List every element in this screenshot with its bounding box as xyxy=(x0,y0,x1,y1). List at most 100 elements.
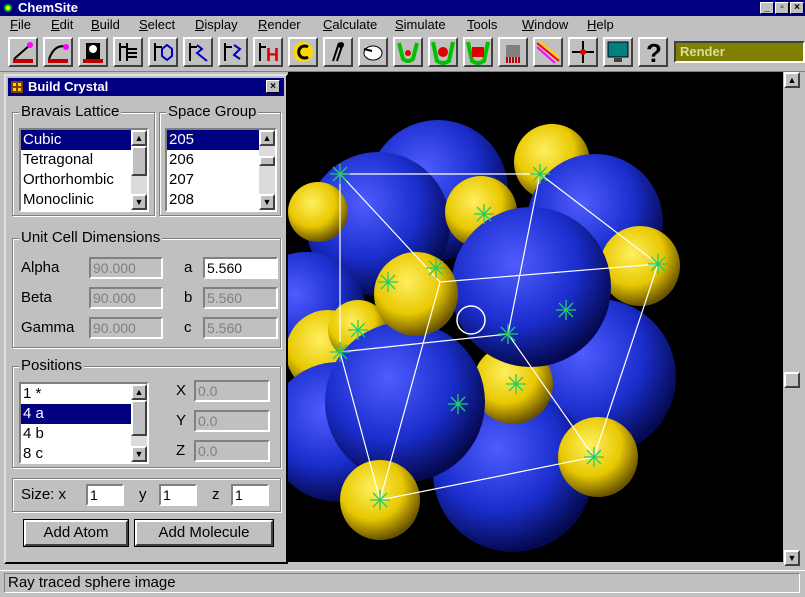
rainbow-icon[interactable] xyxy=(533,37,563,67)
c-label: c xyxy=(184,319,192,336)
restore-button[interactable]: ▫ xyxy=(775,2,789,14)
add-atom-button[interactable]: Add Atom xyxy=(23,519,129,547)
bravais-lattice-list[interactable]: Cubic Tetragonal Orthorhombic Monoclinic… xyxy=(19,128,149,212)
gamma-label: Gamma xyxy=(21,319,75,336)
help-icon[interactable]: ? xyxy=(638,37,668,67)
menu-display[interactable]: Display xyxy=(195,16,238,34)
scroll-thumb[interactable] xyxy=(131,146,147,176)
scroll-thumb[interactable] xyxy=(784,372,800,388)
c-field[interactable] xyxy=(203,317,278,339)
scroll-down-arrow-icon[interactable]: ▼ xyxy=(131,194,147,210)
torsion-tool-icon[interactable] xyxy=(218,37,248,67)
dialog-title-bar[interactable]: Build Crystal × xyxy=(8,78,284,96)
scroll-down-arrow-icon[interactable]: ▼ xyxy=(784,550,800,566)
menu-select[interactable]: Select xyxy=(139,16,175,34)
dialog-title: Build Crystal xyxy=(28,79,109,94)
viewport-vertical-scrollbar[interactable]: ▲ ▼ xyxy=(783,72,801,568)
cage-red-icon[interactable] xyxy=(463,37,493,67)
close-button[interactable]: × xyxy=(790,2,804,14)
size-z-field[interactable] xyxy=(231,484,269,506)
scroll-up-arrow-icon[interactable]: ▲ xyxy=(259,130,275,146)
positions-list[interactable]: 1 * 4 a 4 b 8 c ▲ ▼ xyxy=(19,382,149,464)
crystal-icon xyxy=(11,81,23,93)
x-label: X xyxy=(176,382,187,399)
lasso-icon[interactable] xyxy=(78,37,108,67)
alpha-field[interactable] xyxy=(89,257,163,279)
select-bond-icon[interactable] xyxy=(8,37,38,67)
size-group: Size: x y z xyxy=(12,478,281,512)
menu-simulate[interactable]: Simulate xyxy=(395,16,446,34)
scroll-up-arrow-icon[interactable]: ▲ xyxy=(131,384,147,400)
chain-tool-icon[interactable] xyxy=(183,37,213,67)
minimize-button[interactable]: _ xyxy=(760,2,774,14)
mode-field: Render xyxy=(674,41,805,63)
ring-tool-icon[interactable] xyxy=(148,37,178,67)
scroll-up-arrow-icon[interactable]: ▲ xyxy=(784,72,800,88)
svg-text:?: ? xyxy=(646,39,662,65)
size-z-label: z xyxy=(212,486,220,503)
list-item[interactable]: Monoclinic xyxy=(21,190,147,210)
scroll-thumb[interactable] xyxy=(131,400,147,436)
dialog-close-button[interactable]: × xyxy=(266,80,280,93)
a-label: a xyxy=(184,259,193,276)
menu-help[interactable]: Help xyxy=(587,16,614,34)
size-x-field[interactable] xyxy=(86,484,124,506)
size-y-field[interactable] xyxy=(159,484,197,506)
bond-tool-icon[interactable] xyxy=(113,37,143,67)
beta-field[interactable] xyxy=(89,287,163,309)
scroll-up-arrow-icon[interactable]: ▲ xyxy=(131,130,147,146)
crosshair-icon[interactable] xyxy=(568,37,598,67)
crystal-render xyxy=(288,120,680,552)
alpha-label: Alpha xyxy=(21,259,60,276)
space-group-scrollbar[interactable]: ▲ ▼ xyxy=(259,130,275,210)
b-field[interactable] xyxy=(203,287,278,309)
list-item[interactable]: Cubic xyxy=(21,130,147,150)
magnet-icon[interactable] xyxy=(393,37,423,67)
add-molecule-button[interactable]: Add Molecule xyxy=(134,519,274,547)
position-y-field[interactable] xyxy=(194,410,270,432)
gamma-field[interactable] xyxy=(89,317,163,339)
rotate-icon[interactable] xyxy=(43,37,73,67)
menu-tools[interactable]: Tools xyxy=(467,16,497,34)
monitor-icon[interactable] xyxy=(603,37,633,67)
bravais-lattice-label: Bravais Lattice xyxy=(19,103,122,121)
mouse-icon[interactable] xyxy=(358,37,388,67)
menu-render[interactable]: Render xyxy=(258,16,301,34)
position-z-field[interactable] xyxy=(194,440,270,462)
app-title: ChemSite xyxy=(18,0,78,15)
atom-small xyxy=(374,252,458,336)
list-item[interactable]: 8 c xyxy=(21,444,147,462)
menu-window[interactable]: Window xyxy=(522,16,568,34)
scroll-down-arrow-icon[interactable]: ▼ xyxy=(259,194,275,210)
menu-edit[interactable]: Edit xyxy=(51,16,73,34)
crystal-viewport[interactable] xyxy=(288,72,783,562)
status-text: Ray traced sphere image xyxy=(4,573,800,593)
position-x-field[interactable] xyxy=(194,380,270,402)
list-item[interactable]: Tetragonal xyxy=(21,150,147,170)
a-field[interactable] xyxy=(203,257,278,279)
comb-icon[interactable] xyxy=(498,37,528,67)
menu-file[interactable]: File xyxy=(10,16,31,34)
space-group-list[interactable]: 205 206 207 208 ▲ ▼ xyxy=(165,128,277,212)
menu-bar: File Edit Build Select Display Render Ca… xyxy=(0,16,805,34)
list-item[interactable]: 4 a xyxy=(21,404,131,424)
positions-scrollbar[interactable]: ▲ ▼ xyxy=(131,384,147,462)
scroll-down-arrow-icon[interactable]: ▼ xyxy=(131,446,147,462)
ring-c-icon[interactable] xyxy=(288,37,318,67)
menu-calculate[interactable]: Calculate xyxy=(323,16,377,34)
status-bar: Ray traced sphere image xyxy=(0,570,805,597)
list-item[interactable]: Orthorhombic xyxy=(21,170,147,190)
list-item[interactable]: 4 b xyxy=(21,424,147,444)
bravais-scrollbar[interactable]: ▲ ▼ xyxy=(131,130,147,210)
hydrogen-tool-icon[interactable]: H xyxy=(253,37,283,67)
chemsite-logo-icon xyxy=(4,4,12,12)
cage-icon[interactable] xyxy=(428,37,458,67)
positions-group: Positions 1 * 4 a 4 b 8 c ▲ ▼ X Y Z xyxy=(12,357,281,468)
scroll-thumb[interactable] xyxy=(259,156,275,166)
list-item[interactable]: 1 * xyxy=(21,384,147,404)
svg-text:H: H xyxy=(266,45,279,65)
app-title-bar: ChemSite _ ▫ × xyxy=(0,0,805,16)
bond-edit-icon[interactable] xyxy=(323,37,353,67)
bravais-lattice-group: Bravais Lattice Cubic Tetragonal Orthorh… xyxy=(12,103,155,216)
menu-build[interactable]: Build xyxy=(91,16,120,34)
